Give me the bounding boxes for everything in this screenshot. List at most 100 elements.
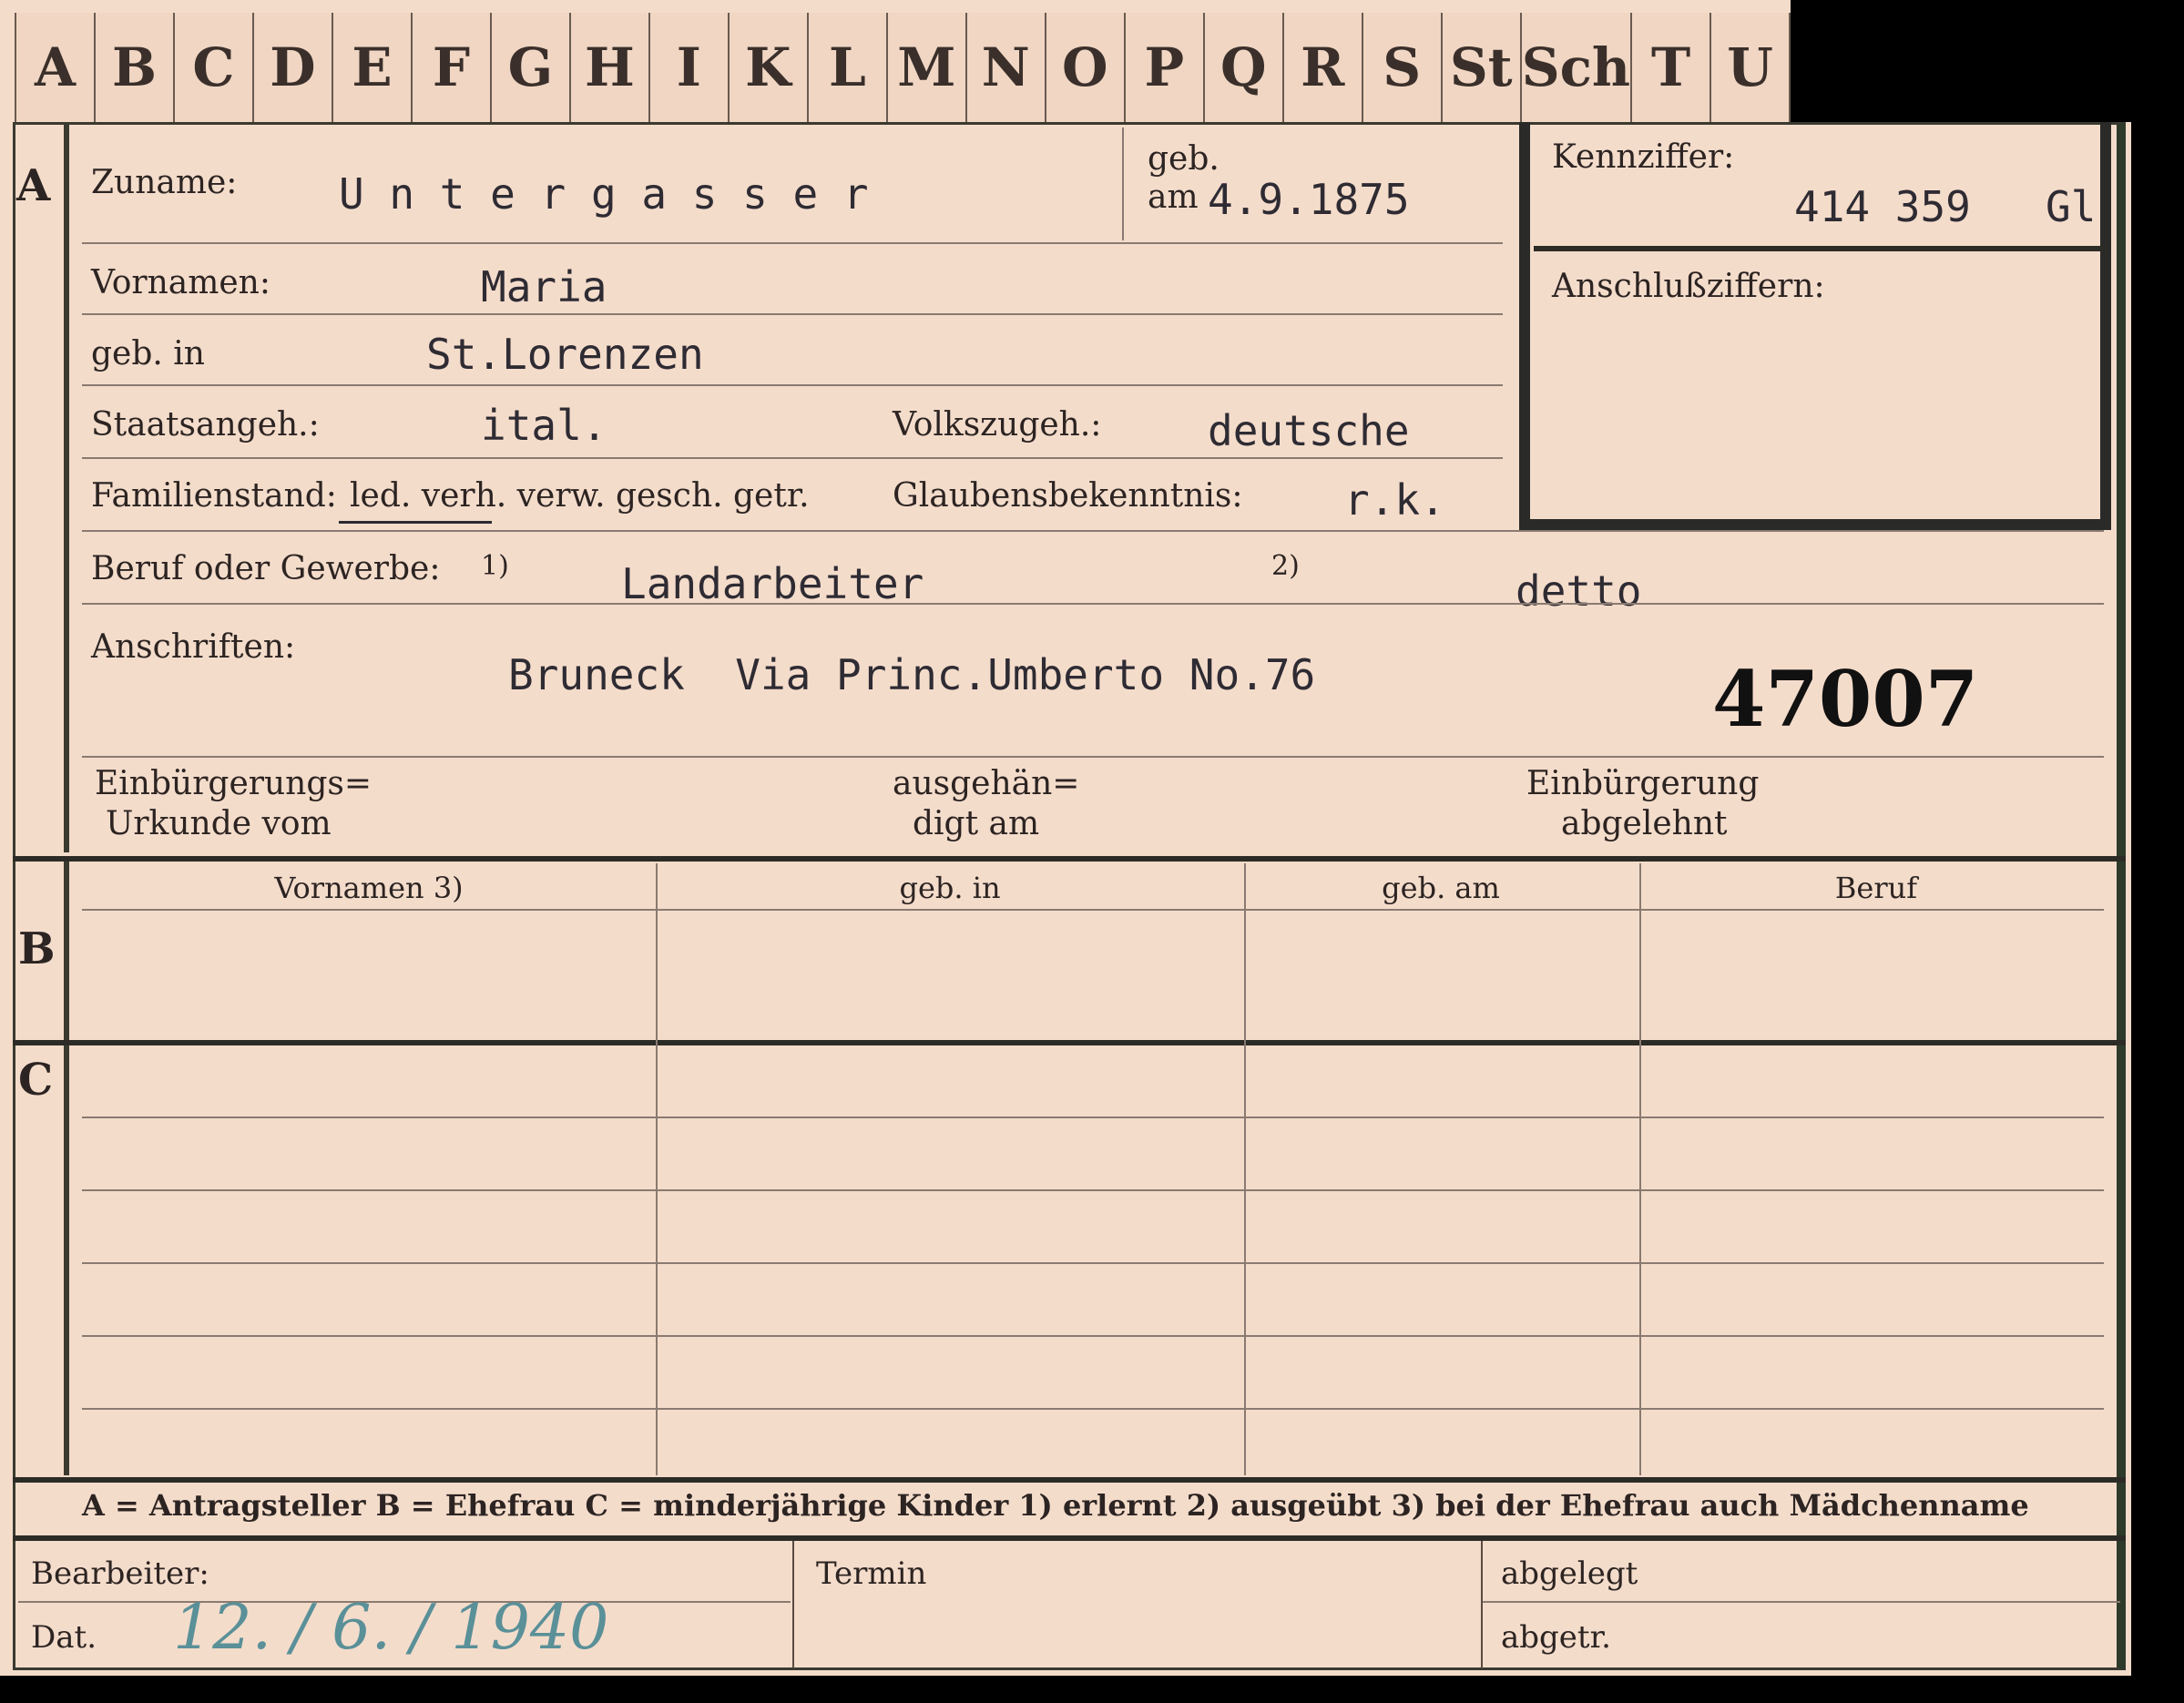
volkszugeh-label: Volkszugeh.: <box>893 406 1102 444</box>
abgelegt-label: abgelegt <box>1501 1555 1638 1592</box>
beruf-value-1: Landarbeiter <box>621 559 924 608</box>
section-a-bar <box>64 124 69 852</box>
alphabet-tab[interactable]: H <box>570 13 650 122</box>
geb-in-label: geb. in <box>91 335 205 372</box>
alphabet-tab[interactable]: Sch <box>1521 13 1633 122</box>
rule <box>82 1408 2104 1410</box>
rule <box>82 457 1503 459</box>
col-vornamen-header: Vornamen 3) <box>274 871 464 905</box>
rule <box>82 242 1503 244</box>
legend-bottom-rule <box>13 1535 2126 1541</box>
ausgehaendigt-label-1: ausgehän= <box>893 765 1080 802</box>
rule <box>82 1117 2104 1118</box>
anschriften-value: Bruneck Via Princ.Umberto No.76 <box>508 650 1316 699</box>
rule <box>82 313 1503 315</box>
beruf-note-2: 2) <box>1271 550 1300 582</box>
alphabet-tab[interactable]: U <box>1711 13 1791 122</box>
background-edge <box>1791 0 2184 122</box>
familienstand-options: led. verh. verw. gesch. getr. <box>350 477 810 515</box>
rule <box>82 1189 2104 1191</box>
section-c-top-rule <box>13 1040 2126 1045</box>
alphabet-tab[interactable]: R <box>1283 13 1363 122</box>
alphabet-tab[interactable]: G <box>491 13 571 122</box>
vornamen-label: Vornamen: <box>91 264 270 301</box>
einb-abgelehnt-label-1: Einbürgerung <box>1526 765 1760 802</box>
alphabet-tab[interactable]: K <box>729 13 809 122</box>
col-beruf-header: Beruf <box>1834 871 1918 905</box>
rule <box>82 1335 2104 1337</box>
staatsangeh-label: Staatsangeh.: <box>91 406 320 444</box>
rule <box>82 1262 2104 1264</box>
alphabet-tab[interactable]: Q <box>1204 13 1284 122</box>
alphabet-tab[interactable]: L <box>808 13 888 122</box>
glauben-label: Glaubensbekenntnis: <box>893 477 1243 515</box>
abgetr-label: abgetr. <box>1501 1619 1611 1656</box>
geb-in-value: St.Lorenzen <box>426 330 704 379</box>
alphabet-tab[interactable]: St <box>1442 13 1522 122</box>
staatsangeh-value: ital. <box>481 401 607 450</box>
kennziffer-suffix: Gl <box>2046 182 2097 231</box>
bearbeiter-label: Bearbeiter: <box>31 1555 209 1592</box>
geb-am-label: am <box>1148 178 1199 216</box>
zuname-label: Zuname: <box>91 164 238 201</box>
alphabet-tab[interactable]: S <box>1362 13 1443 122</box>
alphabet-tab[interactable]: C <box>174 13 254 122</box>
col-geb-am-header: geb. am <box>1382 871 1500 905</box>
beruf-label: Beruf oder Gewerbe: <box>91 550 441 587</box>
volkszugeh-value: deutsche <box>1208 406 1410 455</box>
alphabet-tab[interactable]: N <box>966 13 1046 122</box>
geb-date: 4.9.1875 <box>1208 175 1410 224</box>
alphabet-tab[interactable]: D <box>253 13 333 122</box>
alphabet-tab[interactable]: E <box>332 13 413 122</box>
alphabet-tab[interactable]: F <box>412 13 492 122</box>
beruf-value-2: detto <box>1516 566 1642 616</box>
familienstand-underline <box>339 521 492 524</box>
zuname-value: U n t e r g a s s e r <box>339 169 869 219</box>
registration-card: A B C D E F G H I K L M N O P Q R S St Sch T U A Zuname: U n … <box>0 0 2184 1703</box>
background-edge <box>0 1676 2184 1703</box>
kennziffer-label: Kennziffer: <box>1552 138 1735 176</box>
section-b-marker: B <box>18 923 56 974</box>
alphabet-tab[interactable]: B <box>95 13 175 122</box>
section-a-marker: A <box>16 160 51 211</box>
termin-label: Termin <box>816 1555 927 1592</box>
column-divider <box>1639 863 1641 1475</box>
kennziffer-divider <box>1534 246 2107 251</box>
rule <box>82 603 2104 605</box>
alphabet-tabs: A B C D E F G H I K L M N O P Q R S St Sch T U <box>15 13 1791 122</box>
col-geb-in-header: geb. in <box>899 871 1001 905</box>
rule <box>82 530 2104 532</box>
footer-divider <box>792 1541 794 1668</box>
rule <box>82 909 2104 911</box>
dat-handwritten: 12. / 6. / 1940 <box>173 1592 609 1664</box>
section-b-bar <box>64 862 69 1040</box>
alphabet-tab[interactable]: I <box>649 13 730 122</box>
legend: A = Antragsteller B = Ehefrau C = minder… <box>82 1488 2029 1523</box>
section-b-top-rule <box>13 856 2126 862</box>
geb-divider <box>1122 127 1124 240</box>
background-edge <box>2131 122 2184 1703</box>
rule <box>82 384 1503 386</box>
einb-urkunde-label-1: Einbürgerungs= <box>95 765 373 802</box>
vornamen-value: Maria <box>481 262 607 311</box>
ausgehaendigt-label-2: digt am <box>913 805 1040 842</box>
footer-divider <box>1481 1541 1483 1668</box>
column-divider <box>656 863 658 1475</box>
anschriften-label: Anschriften: <box>91 628 296 666</box>
column-divider <box>1244 863 1246 1475</box>
glauben-value: r.k. <box>1344 475 1445 525</box>
alphabet-tab[interactable]: O <box>1046 13 1126 122</box>
section-c-bar <box>64 1045 69 1475</box>
rule <box>1483 1601 2120 1603</box>
alphabet-tab[interactable]: T <box>1632 13 1712 122</box>
einb-abgelehnt-label-2: abgelehnt <box>1561 805 1728 842</box>
section-c-marker: C <box>18 1055 54 1106</box>
rule <box>82 756 2104 758</box>
legend-top-rule <box>13 1477 2126 1483</box>
alphabet-tab[interactable]: M <box>887 13 967 122</box>
dat-label: Dat. <box>31 1619 97 1656</box>
beruf-note-1: 1) <box>481 550 509 582</box>
alphabet-tab[interactable]: P <box>1125 13 1205 122</box>
geb-label: geb. <box>1148 140 1220 178</box>
alphabet-tab[interactable]: A <box>15 13 96 122</box>
